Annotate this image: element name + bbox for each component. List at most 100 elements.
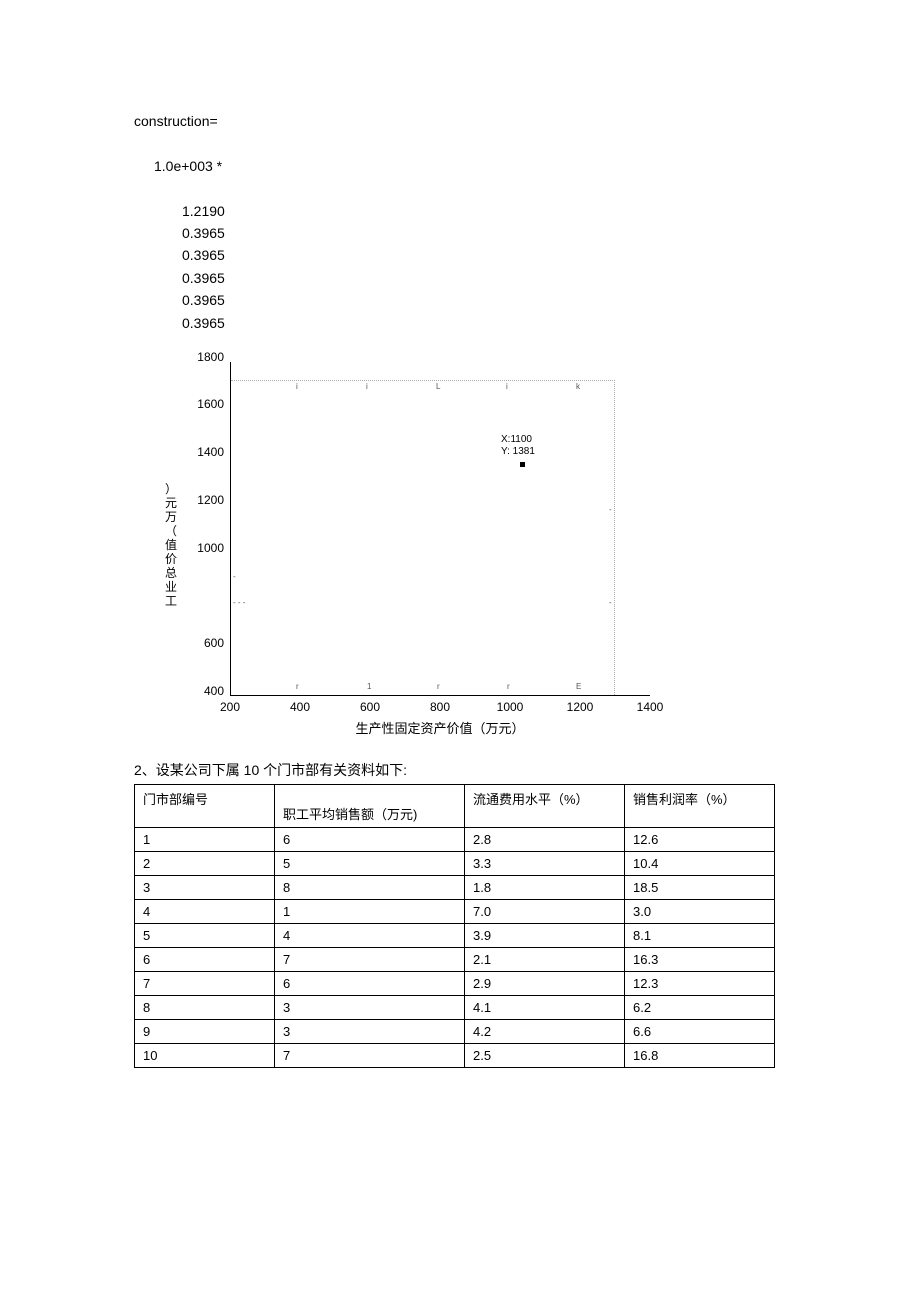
value-row: 0.3965	[134, 222, 920, 244]
axis-artifact: k	[576, 382, 580, 391]
x-tick: 1200	[567, 700, 594, 714]
axis-artifact: i	[296, 382, 298, 391]
cell: 4.1	[465, 995, 625, 1019]
cell: 6	[275, 971, 465, 995]
y-tick: 1000	[184, 541, 224, 555]
axis-artifact: -	[609, 598, 612, 607]
value-row: 0.3965	[134, 267, 920, 289]
table-row: 6 7 2.1 16.3	[135, 947, 775, 971]
question-2-heading: 2、设某公司下属 10 个门市部有关资料如下:	[134, 760, 774, 780]
cell: 8	[135, 995, 275, 1019]
cell: 2.1	[465, 947, 625, 971]
cell: 3	[275, 995, 465, 1019]
cell: 3.3	[465, 851, 625, 875]
table-row: 3 8 1.8 18.5	[135, 875, 775, 899]
cell: 4	[135, 899, 275, 923]
table-row: 1 6 2.8 12.6	[135, 827, 775, 851]
cell: 16.3	[625, 947, 775, 971]
x-tick: 800	[430, 700, 450, 714]
cell: 5	[275, 851, 465, 875]
question-2-table: 门市部编号 职工平均销售额（万元) 流通费用水平（%） 销售利润率（%） 1 6…	[134, 784, 775, 1068]
x-axis-label: 生产性固定资产价值（万元）	[230, 718, 650, 737]
col-profit-rate: 销售利润率（%）	[625, 784, 775, 827]
axis-artifact: -	[609, 505, 612, 514]
table-row: 7 6 2.9 12.3	[135, 971, 775, 995]
cell: 6.6	[625, 1019, 775, 1043]
cell: 6	[275, 827, 465, 851]
cell: 1.8	[465, 875, 625, 899]
scale-multiplier: 1.0e+003 *	[134, 155, 920, 177]
axis-artifact: 1	[367, 682, 371, 691]
document-page: construction= 1.0e+003 * 1.2190 0.3965 0…	[0, 0, 920, 1303]
value-row: 0.3965	[134, 244, 920, 266]
cell: 3	[275, 1019, 465, 1043]
cell: 8	[275, 875, 465, 899]
table-header-row: 门市部编号 职工平均销售额（万元) 流通费用水平（%） 销售利润率（%）	[135, 784, 775, 827]
value-row: 0.3965	[134, 312, 920, 334]
plot-area: i i L i k - - - - - - r 1 r r E X:1100 Y…	[230, 362, 650, 696]
y-tick: 600	[184, 636, 224, 650]
cell: 5	[135, 923, 275, 947]
cell: 7	[135, 971, 275, 995]
cell: 2	[135, 851, 275, 875]
cell: 7	[275, 1043, 465, 1067]
cell: 16.8	[625, 1043, 775, 1067]
y-tick-labels: 1800 1600 1400 1200 1000 600 400	[184, 356, 224, 696]
cell: 3.0	[625, 899, 775, 923]
axis-artifact: i	[366, 382, 368, 391]
y-tick: 1600	[184, 397, 224, 411]
cell: 12.3	[625, 971, 775, 995]
x-tick: 200	[220, 700, 240, 714]
table-row: 8 3 4.1 6.2	[135, 995, 775, 1019]
axis-artifact: -	[233, 572, 236, 581]
axis-artifact: i	[506, 382, 508, 391]
cell: 10	[135, 1043, 275, 1067]
axis-artifact: L	[436, 382, 440, 391]
table-row: 4 1 7.0 3.0	[135, 899, 775, 923]
cell: 10.4	[625, 851, 775, 875]
plot-frame	[231, 380, 615, 695]
cell: 2.5	[465, 1043, 625, 1067]
table-row: 5 4 3.9 8.1	[135, 923, 775, 947]
table-row: 10 7 2.5 16.8	[135, 1043, 775, 1067]
col-store-id: 门市部编号	[135, 784, 275, 827]
cell: 1	[275, 899, 465, 923]
axis-artifact: r	[507, 682, 510, 691]
y-tick: 1800	[184, 350, 224, 364]
datatip: X:1100 Y: 1381	[501, 434, 535, 458]
cell: 2.8	[465, 827, 625, 851]
x-tick: 1000	[497, 700, 524, 714]
data-point	[520, 462, 525, 467]
datatip-x: X:1100	[501, 434, 532, 445]
x-tick: 1400	[637, 700, 664, 714]
y-tick: 400	[184, 684, 224, 698]
matlab-output-block: construction= 1.0e+003 * 1.2190 0.3965 0…	[134, 110, 920, 334]
y-tick: 1200	[184, 493, 224, 507]
axis-artifact: r	[437, 682, 440, 691]
cell: 6.2	[625, 995, 775, 1019]
cell: 2.9	[465, 971, 625, 995]
cell: 7.0	[465, 899, 625, 923]
y-axis-label: ） 元 万 （ 值 价 总 业 工	[164, 482, 178, 608]
table-row: 2 5 3.3 10.4	[135, 851, 775, 875]
x-tick: 400	[290, 700, 310, 714]
x-tick: 600	[360, 700, 380, 714]
col-avg-sales: 职工平均销售额（万元)	[275, 784, 465, 827]
col-cost-level: 流通费用水平（%）	[465, 784, 625, 827]
value-row: 0.3965	[134, 289, 920, 311]
value-row: 1.2190	[134, 200, 920, 222]
cell: 3	[135, 875, 275, 899]
variable-name: construction=	[134, 110, 920, 132]
axis-artifact: E	[576, 682, 581, 691]
cell: 6	[135, 947, 275, 971]
cell: 4	[275, 923, 465, 947]
table-body: 1 6 2.8 12.6 2 5 3.3 10.4 3 8 1.8 18.5 4…	[135, 827, 775, 1067]
axis-artifact: r	[296, 682, 299, 691]
y-tick: 1400	[184, 445, 224, 459]
cell: 7	[275, 947, 465, 971]
datatip-y: Y: 1381	[501, 446, 535, 457]
cell: 1	[135, 827, 275, 851]
cell: 12.6	[625, 827, 775, 851]
cell: 9	[135, 1019, 275, 1043]
cell: 3.9	[465, 923, 625, 947]
